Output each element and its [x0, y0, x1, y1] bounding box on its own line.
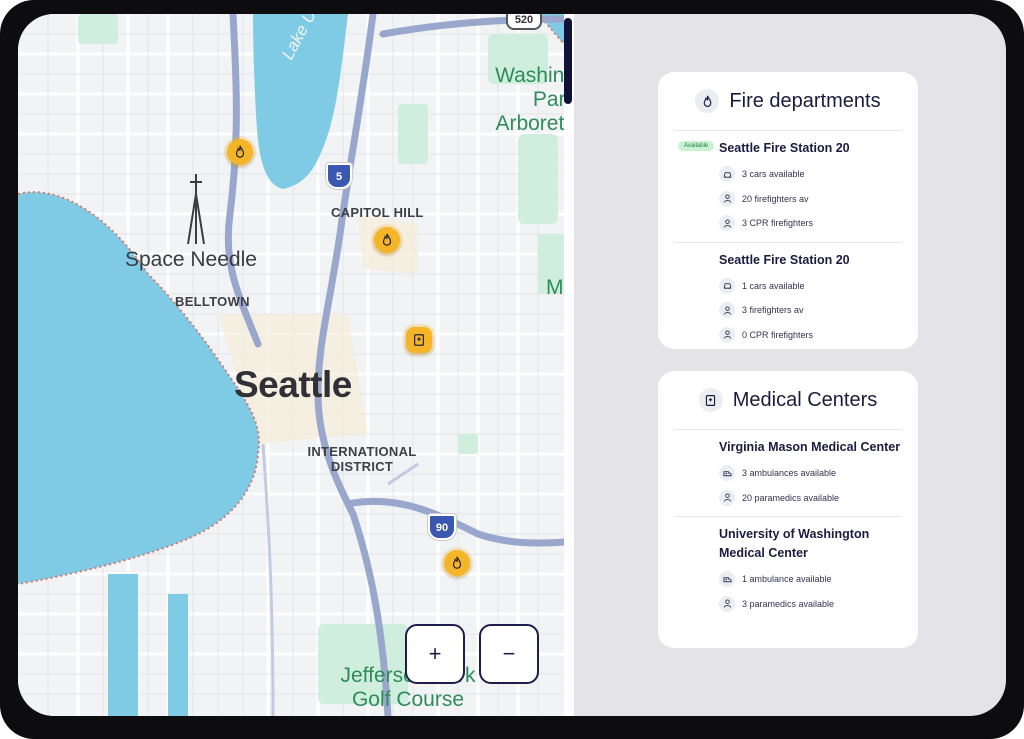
medical-panel-header: Medical Centers	[674, 371, 902, 430]
ambulance-icon	[719, 465, 735, 482]
person-icon	[719, 190, 735, 207]
map-partial-label: M	[546, 276, 564, 299]
medical-center-item[interactable]: University of Washington Medical Center …	[674, 517, 902, 622]
fire-station-item[interactable]: Seattle Fire Station 20 1 cars available…	[674, 243, 902, 354]
hospital-icon	[414, 334, 424, 346]
resource-text: 3 cars available	[742, 169, 805, 180]
fire-station-marker[interactable]	[374, 227, 400, 253]
medical-center-item[interactable]: Virginia Mason Medical Center 3 ambulanc…	[674, 430, 902, 517]
center-name: University of Washington Medical Center	[719, 527, 870, 560]
resource-text: 0 CPR firefighters	[742, 329, 814, 340]
resource-text: 3 CPR firefighters	[742, 218, 814, 229]
fire-panel-header: Fire departments	[674, 72, 902, 131]
medical-centers-panel: Medical Centers Virginia Mason Medical C…	[658, 371, 918, 648]
person-icon	[719, 302, 735, 319]
interstate-90-shield: 90	[428, 514, 456, 540]
resource-row: 3 cars available	[719, 162, 902, 187]
washington-park-label: Washing Park Arboretu	[495, 64, 564, 135]
app-screen: Lake Union Washing Park Arboretu Space N…	[18, 14, 1006, 716]
resource-row: 3 ambulances available	[719, 461, 902, 486]
international-district-label: INTERNATIONAL DISTRICT	[307, 444, 417, 474]
seattle-label: Seattle	[234, 364, 352, 405]
zoom-out-button[interactable]: −	[479, 624, 539, 684]
resource-text: 20 firefighters av	[742, 193, 809, 204]
fire-departments-panel: Fire departments Available Seattle Fire …	[658, 72, 918, 349]
belltown-label: BELLTOWN	[175, 294, 250, 309]
station-name: Seattle Fire Station 20	[719, 141, 850, 155]
space-needle-label: Space Needle	[125, 248, 257, 271]
resource-row: 1 cars available	[719, 274, 902, 299]
person-icon	[719, 215, 735, 232]
resource-row: 3 paramedics available	[719, 592, 902, 617]
car-icon	[719, 166, 735, 183]
resource-row: 3 CPR firefighters	[719, 211, 902, 236]
resource-row: 20 firefighters av	[719, 187, 902, 212]
person-icon	[719, 595, 735, 612]
medical-center-marker[interactable]	[406, 327, 432, 353]
flame-icon	[695, 89, 720, 113]
resource-text: 3 paramedics available	[742, 598, 835, 609]
car-icon	[719, 277, 735, 294]
panel-title: Fire departments	[729, 89, 881, 112]
fire-station-marker[interactable]	[227, 139, 253, 165]
person-icon	[719, 326, 735, 343]
fire-station-marker[interactable]	[444, 550, 470, 576]
resource-text: 3 firefighters av	[742, 305, 804, 316]
scrollbar-thumb[interactable]	[564, 18, 572, 104]
map-view[interactable]: Lake Union Washing Park Arboretu Space N…	[18, 14, 564, 716]
interstate-5-shield: 5	[326, 163, 352, 189]
panel-title: Medical Centers	[732, 388, 878, 411]
center-name: Virginia Mason Medical Center	[719, 440, 901, 454]
resource-text: 1 ambulance available	[742, 574, 832, 585]
station-name: Seattle Fire Station 20	[719, 252, 850, 267]
person-icon	[719, 489, 735, 506]
scrollbar-track[interactable]	[564, 14, 574, 716]
zoom-in-button[interactable]: +	[405, 624, 465, 684]
resource-row: 3 firefighters av	[719, 298, 902, 323]
resource-row: 0 CPR firefighters	[719, 323, 902, 348]
sr-520-shield: 520	[506, 14, 542, 30]
resource-row: 20 paramedics available	[719, 486, 902, 511]
capitol-hill-label: CAPITOL HILL	[331, 205, 424, 220]
resource-text: 1 cars available	[742, 280, 805, 291]
flame-icon	[235, 145, 245, 158]
space-needle-icon	[187, 174, 205, 245]
flame-icon	[452, 556, 462, 569]
resource-text: 3 ambulances available	[742, 468, 837, 479]
status-badge: Available	[678, 141, 715, 151]
hospital-icon	[698, 388, 723, 412]
device-frame: Lake Union Washing Park Arboretu Space N…	[0, 0, 1024, 739]
resource-row: 1 ambulance available	[719, 567, 902, 592]
ambulance-icon	[719, 571, 735, 588]
fire-station-item[interactable]: Available Seattle Fire Station 20 3 cars…	[674, 131, 902, 243]
resource-text: 20 paramedics available	[742, 492, 840, 503]
flame-icon	[382, 233, 392, 246]
